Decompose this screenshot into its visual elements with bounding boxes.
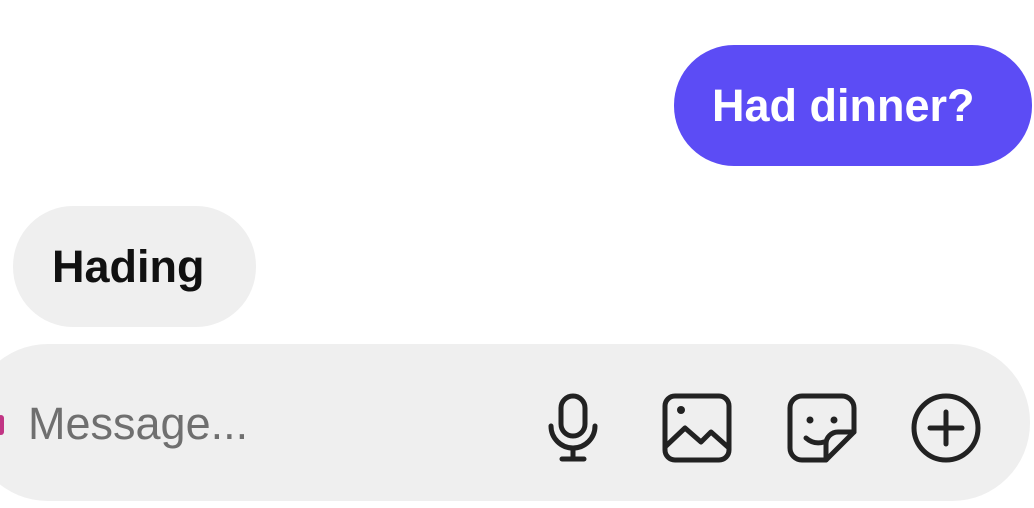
microphone-button[interactable] xyxy=(535,390,611,466)
camera-button-edge[interactable] xyxy=(0,415,4,435)
outgoing-message-text: Had dinner? xyxy=(712,79,975,131)
add-button[interactable] xyxy=(908,390,984,466)
chat-thread: Had dinner? Hading xyxy=(0,0,1034,508)
message-input[interactable] xyxy=(28,392,508,456)
incoming-message-text: Hading xyxy=(52,240,205,292)
sticker-button[interactable] xyxy=(784,390,860,466)
outgoing-message-bubble[interactable]: Had dinner? xyxy=(674,45,1032,166)
gallery-icon xyxy=(662,393,732,463)
plus-circle-icon xyxy=(911,393,981,463)
microphone-icon xyxy=(548,393,598,462)
sticker-icon xyxy=(787,393,857,463)
gallery-button[interactable] xyxy=(659,390,735,466)
incoming-message-bubble[interactable]: Hading xyxy=(13,206,256,327)
